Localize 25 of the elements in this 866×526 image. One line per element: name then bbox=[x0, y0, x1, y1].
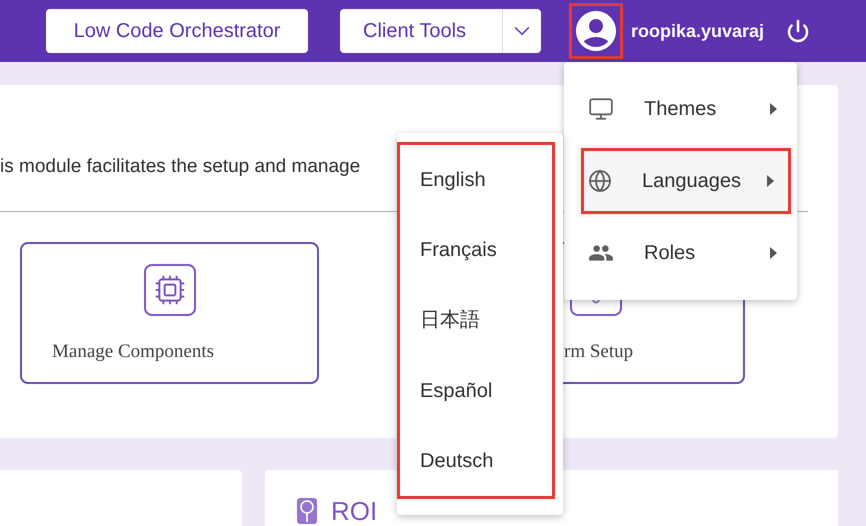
power-icon[interactable] bbox=[786, 19, 810, 43]
orchestrator-button[interactable]: Low Code Orchestrator bbox=[46, 9, 308, 53]
menu-item[interactable]: Roles bbox=[564, 217, 797, 289]
menu-item[interactable]: Languages bbox=[578, 145, 794, 217]
client-tools-button[interactable]: Client Tools bbox=[340, 16, 502, 46]
monitor-icon bbox=[588, 96, 614, 122]
split-button[interactable]: Client Tools bbox=[340, 9, 541, 53]
avatar-button[interactable] bbox=[569, 3, 623, 59]
module-description: is module facilitates the setup and manage bbox=[0, 154, 360, 178]
tile-label: rm Setup bbox=[564, 340, 634, 364]
user-name: roopika.yuvaraj bbox=[631, 20, 764, 43]
submenu-arrow-icon bbox=[770, 103, 777, 115]
language-option[interactable]: Deutsch bbox=[400, 446, 552, 476]
tile-label: Manage Components bbox=[52, 340, 214, 364]
submenu-arrow-icon bbox=[767, 175, 774, 187]
globe-icon bbox=[588, 169, 612, 193]
language-option[interactable]: Español bbox=[400, 376, 552, 406]
language-option[interactable]: English bbox=[400, 165, 552, 196]
chip-icon bbox=[144, 264, 196, 316]
language-option[interactable]: 日本語 bbox=[400, 305, 552, 336]
roi-title: ROI bbox=[331, 498, 378, 524]
language-option[interactable]: Français bbox=[400, 235, 552, 266]
submenu-arrow-icon bbox=[770, 247, 777, 259]
module-tile[interactable]: Manage Components bbox=[20, 242, 319, 384]
menu-item[interactable]: Themes bbox=[564, 73, 797, 145]
